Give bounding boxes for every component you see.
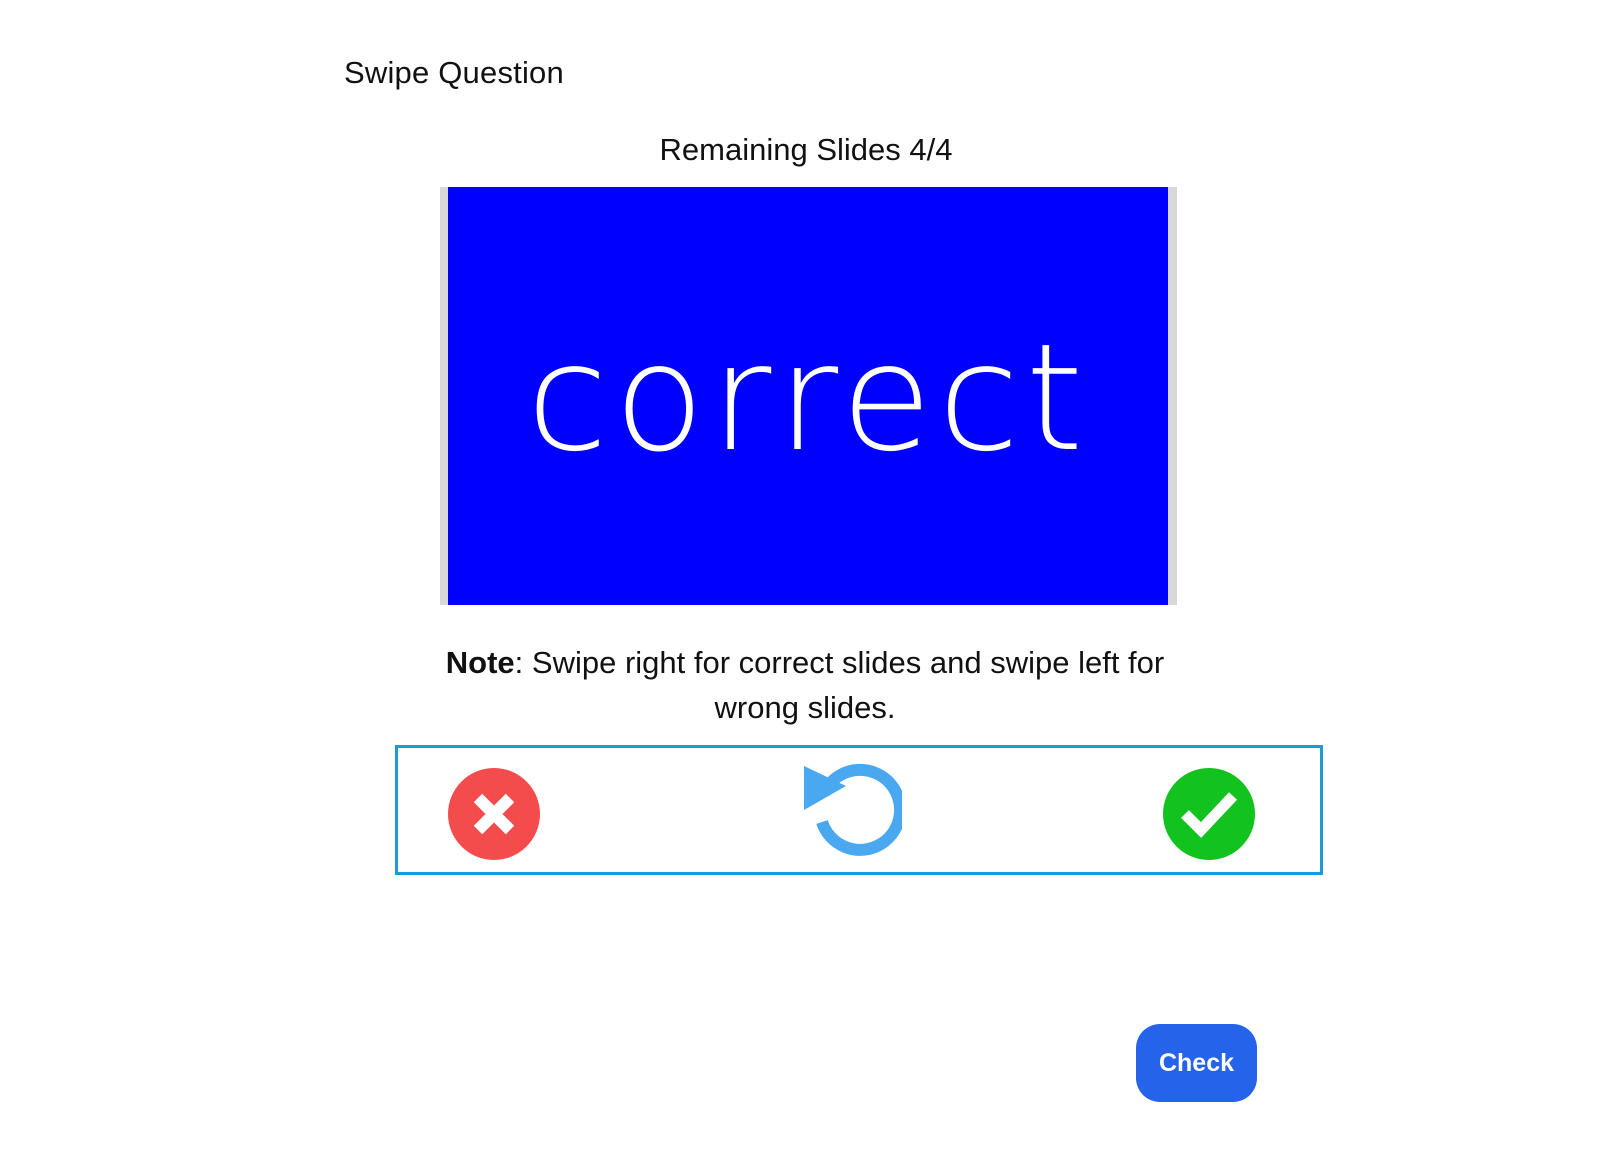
check-button[interactable]: Check bbox=[1136, 1024, 1257, 1102]
check-circle-icon bbox=[1163, 768, 1255, 860]
note-label: Note bbox=[445, 645, 515, 680]
slide-stack: correct bbox=[440, 187, 1177, 605]
mark-wrong-button[interactable] bbox=[448, 768, 540, 860]
undo-button[interactable] bbox=[798, 760, 907, 864]
remaining-slides-counter: Remaining Slides 4/4 bbox=[659, 132, 953, 167]
swipe-controls-panel bbox=[395, 745, 1323, 875]
swipe-question-page: Swipe Question Remaining Slides 4/4 corr… bbox=[0, 0, 1600, 1174]
note-text: : Swipe right for correct slides and swi… bbox=[514, 645, 1165, 725]
swipe-instructions-note: Note: Swipe right for correct slides and… bbox=[430, 640, 1180, 730]
undo-icon bbox=[804, 763, 907, 856]
slide-text: correct bbox=[526, 312, 1090, 484]
swipe-slide-card[interactable]: correct bbox=[448, 187, 1168, 605]
page-title: Swipe Question bbox=[344, 55, 564, 90]
mark-correct-button[interactable] bbox=[1163, 768, 1255, 860]
x-circle-icon bbox=[448, 768, 540, 860]
